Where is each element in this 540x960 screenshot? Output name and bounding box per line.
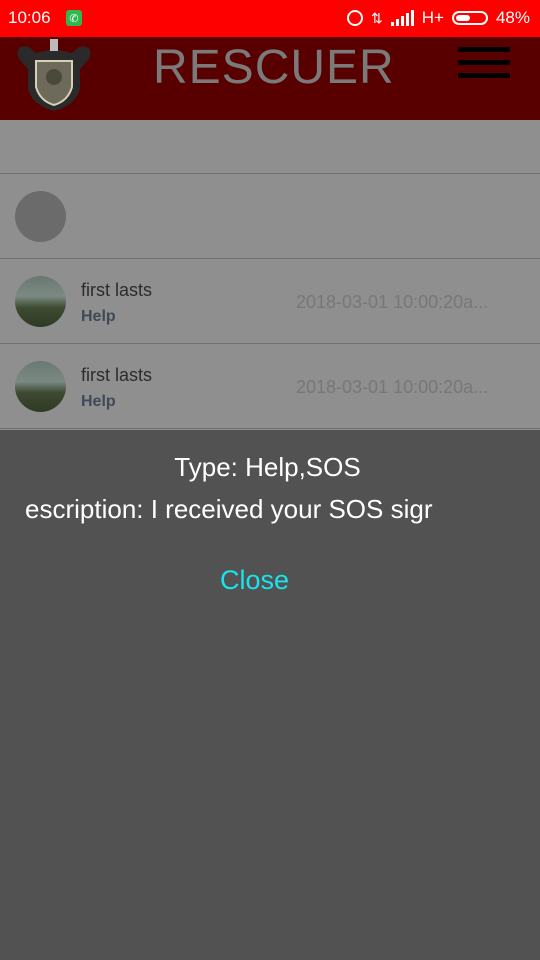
battery-level: 48% xyxy=(495,8,530,27)
avatar-placeholder xyxy=(15,191,66,242)
message-type: Help xyxy=(81,308,116,325)
app-header: RESCUER xyxy=(0,37,540,120)
status-time: 10:06 xyxy=(8,8,51,27)
message-timestamp: 2018-03-01 10:00:20a... xyxy=(296,292,489,312)
list-item-empty[interactable] xyxy=(0,174,540,259)
menu-line-icon xyxy=(458,47,510,52)
sender-name: first lasts xyxy=(81,365,153,385)
message-timestamp: 2018-03-01 10:00:20a... xyxy=(296,377,489,397)
list-item[interactable]: first lasts Help 2018-03-01 10:00:20a... xyxy=(0,344,540,429)
phone-call-icon: ✆ xyxy=(66,10,82,26)
message-list: first lasts Help 2018-03-01 10:00:20a...… xyxy=(0,120,540,429)
page-title: RESCUER xyxy=(153,41,395,94)
hamburger-menu-button[interactable] xyxy=(458,47,510,83)
status-indicators: ⇅ H+ 48% xyxy=(347,8,530,28)
data-transfer-icon: ⇅ xyxy=(371,9,383,26)
status-bar: 10:06 ✆ ⇅ H+ 48% xyxy=(0,0,540,37)
menu-line-icon xyxy=(458,60,510,65)
close-button[interactable]: Close xyxy=(220,565,289,596)
network-type: H+ xyxy=(421,8,444,27)
message-type: Help xyxy=(81,393,116,410)
avatar xyxy=(15,276,66,327)
dialog-description-line: escription: I received your SOS sigr xyxy=(25,494,433,524)
signal-strength-icon xyxy=(390,10,414,26)
alarm-icon xyxy=(347,10,364,26)
sender-name: first lasts xyxy=(81,280,153,300)
menu-line-icon xyxy=(458,73,510,78)
dialog-type-line: Type: Help,SOS xyxy=(174,452,361,482)
list-header-row xyxy=(0,120,540,174)
rescuer-logo-icon xyxy=(17,39,91,111)
avatar xyxy=(15,361,66,412)
dialog-message: Type: Help,SOS escription: I received yo… xyxy=(0,452,540,525)
list-item[interactable]: first lasts Help 2018-03-01 10:00:20a... xyxy=(0,259,540,344)
battery-icon xyxy=(451,11,488,25)
